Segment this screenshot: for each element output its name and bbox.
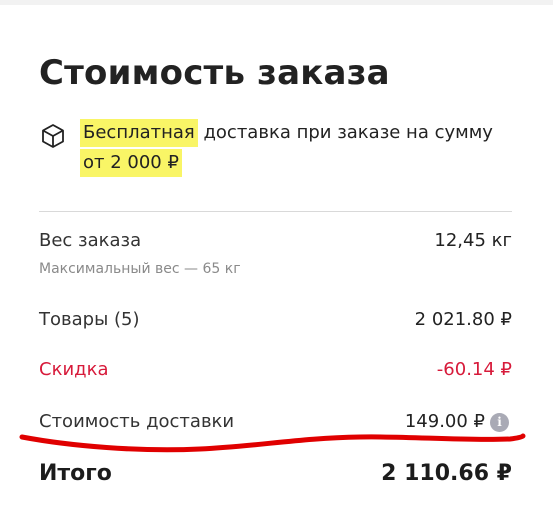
delivery-cost-label: Стоимость доставки <box>39 411 235 432</box>
max-weight-note: Максимальный вес — 65 кг <box>39 261 241 277</box>
info-icon[interactable]: i <box>490 413 509 432</box>
items-label: Товары (5) <box>39 309 140 330</box>
total-label: Итого <box>39 461 112 486</box>
box-icon <box>42 124 64 148</box>
weight-value: 12,45 кг <box>434 230 512 251</box>
discount-value: -60.14 ₽ <box>436 359 512 380</box>
threshold-amount: от 2 000 ₽ <box>80 149 182 177</box>
items-value: 2 021.80 ₽ <box>414 309 512 330</box>
discount-label: Скидка <box>39 359 109 380</box>
total-value: 2 110.66 ₽ <box>381 461 512 486</box>
free-highlight: Бесплатная <box>80 119 198 147</box>
delivery-condition-text: доставка при заказе на сумму <box>197 122 493 143</box>
free-delivery-text: Бесплатная доставка при заказе на сумму … <box>80 118 520 178</box>
delivery-cost-value: 149.00 ₽ <box>404 411 485 432</box>
free-delivery-note: Бесплатная доставка при заказе на сумму … <box>39 118 519 188</box>
divider <box>39 211 512 212</box>
page-title: Стоимость заказа <box>39 53 390 93</box>
weight-label: Вес заказа <box>39 230 142 251</box>
